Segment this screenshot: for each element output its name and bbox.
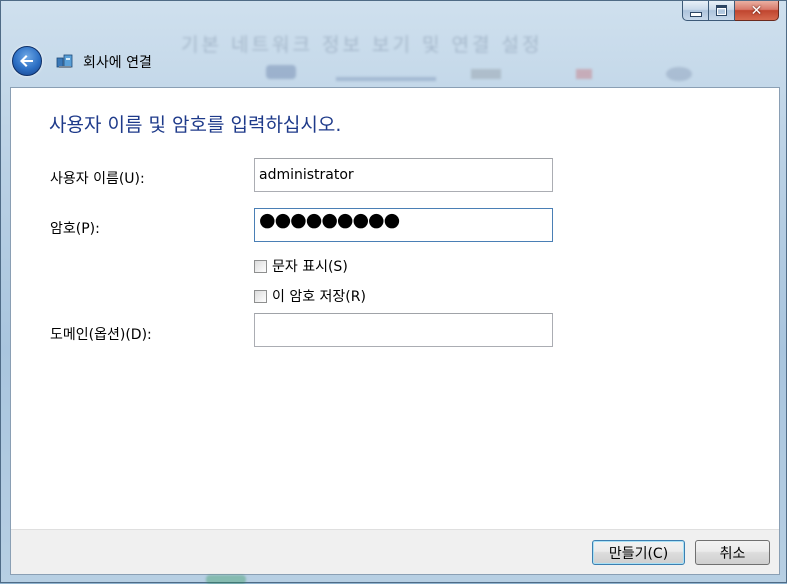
username-label: 사용자 이름(U): bbox=[50, 171, 145, 187]
create-button[interactable]: 만들기(C) bbox=[592, 540, 685, 565]
save-password-checkbox-row[interactable]: 이 암호 저장(R) bbox=[254, 286, 366, 306]
dialog-footer: 만들기(C) 취소 bbox=[11, 529, 779, 574]
save-password-label: 이 암호 저장(R) bbox=[272, 289, 366, 305]
background-window-title: 기본 네트워크 정보 보기 및 연결 설정 bbox=[181, 34, 543, 56]
dialog-content: 사용자 이름 및 암호를 입력하십시오. 사용자 이름(U): 암호(P): ●… bbox=[10, 87, 780, 575]
back-button[interactable] bbox=[12, 46, 42, 76]
back-arrow-icon bbox=[20, 55, 33, 67]
window-title: 회사에 연결 bbox=[83, 55, 152, 71]
caption-buttons: ✕ bbox=[682, 1, 779, 24]
window-frame: 기본 네트워크 정보 보기 및 연결 설정 ✕ 회사에 연결 사용자 이름 및 … bbox=[0, 0, 787, 584]
password-input[interactable] bbox=[254, 208, 553, 242]
close-button[interactable]: ✕ bbox=[735, 1, 779, 21]
maximize-button[interactable] bbox=[709, 1, 735, 21]
domain-input[interactable] bbox=[254, 313, 553, 347]
maximize-icon bbox=[716, 5, 727, 16]
show-characters-checkbox-row[interactable]: 문자 표시(S) bbox=[254, 256, 348, 276]
page-heading: 사용자 이름 및 암호를 입력하십시오. bbox=[49, 114, 342, 136]
minimize-icon bbox=[689, 12, 702, 17]
show-characters-label: 문자 표시(S) bbox=[272, 259, 348, 275]
save-password-checkbox[interactable] bbox=[254, 289, 267, 303]
domain-label: 도메인(옵션)(D): bbox=[50, 327, 152, 343]
show-characters-checkbox[interactable] bbox=[254, 259, 267, 273]
password-label: 암호(P): bbox=[50, 221, 100, 237]
username-input[interactable] bbox=[254, 158, 553, 192]
vpn-connection-icon bbox=[56, 54, 73, 68]
minimize-button[interactable] bbox=[682, 1, 709, 21]
background-window-blur: 기본 네트워크 정보 보기 및 연결 설정 bbox=[151, 23, 692, 81]
cancel-button[interactable]: 취소 bbox=[695, 540, 770, 565]
close-icon: ✕ bbox=[750, 2, 763, 19]
